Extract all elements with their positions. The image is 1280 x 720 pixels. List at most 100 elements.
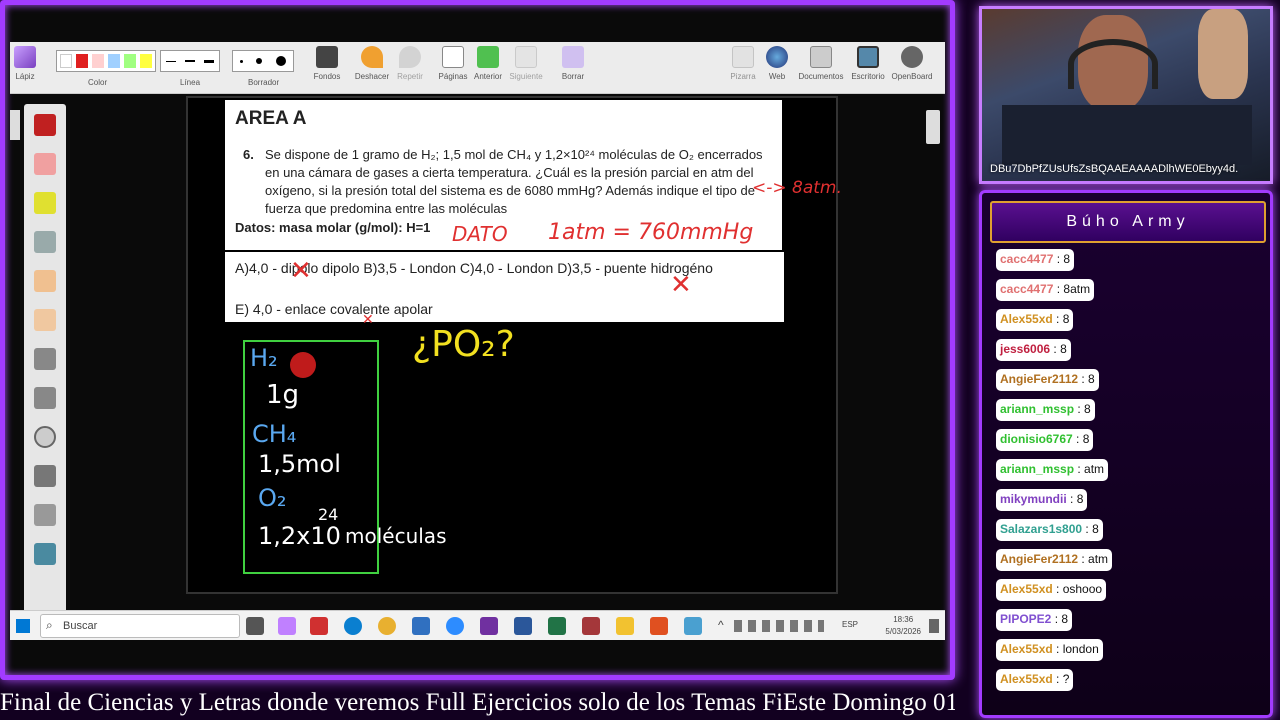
chat-username: PIPOPE2 <box>1000 612 1052 626</box>
task-view-icon[interactable] <box>246 617 264 635</box>
chat-message: AngieFer2112 : 8 <box>996 369 1099 391</box>
backgrounds-button[interactable]: Fondos <box>312 46 342 81</box>
line-thin[interactable] <box>165 60 176 62</box>
laser-icon[interactable] <box>34 426 56 448</box>
chat-message: ariann_mssp : 8 <box>996 399 1095 421</box>
capture-icon[interactable] <box>34 543 56 565</box>
word-icon[interactable] <box>514 617 532 635</box>
web-mode-button[interactable]: Web <box>764 46 790 81</box>
taskbar-clock[interactable]: 18:36 5/03/2026 <box>885 614 921 638</box>
chat-message: Alex55xd : ? <box>996 669 1074 691</box>
line-thick[interactable] <box>204 59 215 63</box>
h2-mass: 1g <box>266 380 300 410</box>
problem-number: 6. <box>243 147 254 162</box>
pen-icon[interactable] <box>34 114 56 136</box>
folder-icon <box>810 46 832 68</box>
windows-start-icon[interactable] <box>16 619 30 633</box>
zoom-icon[interactable] <box>446 617 464 635</box>
chat-text: : london <box>1052 642 1099 656</box>
line-medium[interactable] <box>184 60 195 62</box>
board-label: Pizarra <box>730 72 756 81</box>
pencil-label: Lápiz <box>15 72 35 81</box>
strike-mark-a: ✕ <box>290 256 312 286</box>
color-red[interactable] <box>76 54 88 68</box>
taskbar-search[interactable]: ⌕ Buscar <box>40 614 240 638</box>
eraser-size-selector[interactable] <box>232 50 294 72</box>
o2-mantissa: 1,2x10 <box>258 522 341 550</box>
chat-message: cacc4477 : 8atm <box>996 279 1095 301</box>
clear-page-button[interactable]: Borrar <box>558 46 588 81</box>
right-collapse-handle[interactable] <box>926 110 940 144</box>
outlook-icon[interactable] <box>412 617 430 635</box>
eraser-small[interactable] <box>239 59 243 63</box>
color-white[interactable] <box>60 54 72 68</box>
excel-icon[interactable] <box>548 617 566 635</box>
copilot-icon[interactable] <box>278 617 296 635</box>
chat-message: Salazars1s800 : 8 <box>996 519 1103 541</box>
pages-button[interactable]: Páginas <box>438 46 468 81</box>
desktop-mode-button[interactable]: Escritorio <box>850 46 886 81</box>
chat-username: cacc4477 <box>1000 252 1054 266</box>
tray-chevron-icon[interactable]: ^ <box>718 618 724 632</box>
chat-message: Alex55xd : london <box>996 639 1103 661</box>
access-icon[interactable] <box>582 617 600 635</box>
clock-date: 5/03/2026 <box>885 627 921 636</box>
hand-pointer-icon[interactable] <box>34 270 56 292</box>
color-blue[interactable] <box>108 54 120 68</box>
undo-button[interactable]: Deshacer <box>354 46 390 81</box>
conversion-annotation: 1atm = 760mmHg <box>548 220 754 245</box>
pdf-icon[interactable] <box>310 617 328 635</box>
zoom-out-icon[interactable] <box>34 387 56 409</box>
area-heading: AREA A <box>235 108 307 129</box>
line-label: Línea <box>180 78 201 87</box>
eraser-large[interactable] <box>276 56 287 66</box>
eraser-medium[interactable] <box>256 58 263 64</box>
openboard-menu-button[interactable]: OpenBoard <box>890 46 934 81</box>
color-palette[interactable] <box>56 50 156 72</box>
left-collapse-handle[interactable] <box>10 110 20 140</box>
previous-label: Anterior <box>473 72 502 81</box>
laptop-screen <box>1002 105 1252 165</box>
board-mode-button[interactable]: Pizarra <box>728 46 758 81</box>
hand-move-icon[interactable] <box>34 309 56 331</box>
pages-icon <box>442 46 464 68</box>
onenote-icon[interactable] <box>480 617 498 635</box>
chat-panel: Búho Army cacc4477 : 8 cacc4477 : 8atm Ale… <box>979 190 1273 718</box>
chat-username: Alex55xd <box>1000 312 1053 326</box>
partial-pressure-question: ¿PO₂? <box>412 324 515 365</box>
dato-annotation: DATO <box>452 222 508 246</box>
chat-username: AngieFer2112 <box>1000 552 1079 566</box>
tray-icons[interactable] <box>734 620 824 632</box>
search-placeholder: Buscar <box>63 620 98 632</box>
openboard-label: OpenBoard <box>891 72 933 81</box>
color-pink[interactable] <box>92 54 104 68</box>
app-icon[interactable] <box>650 617 668 635</box>
chat-username: Alex55xd <box>1000 672 1053 686</box>
notifications-icon[interactable] <box>929 619 939 633</box>
highlighter-icon[interactable] <box>34 192 56 214</box>
chat-username: ariann_mssp <box>1000 462 1075 476</box>
documents-button[interactable]: Documentos <box>796 46 846 81</box>
eraser-icon[interactable] <box>34 153 56 175</box>
pointer-icon[interactable] <box>34 231 56 253</box>
pencil-tool[interactable]: Lápiz <box>14 46 36 81</box>
zoom-in-icon[interactable] <box>34 348 56 370</box>
chat-text: : 8 <box>1074 402 1091 416</box>
edge-icon[interactable] <box>344 617 362 635</box>
windows-taskbar: ⌕ Buscar ^ ESP 18:36 5/03/2026 <box>10 610 945 640</box>
pencil-icon <box>14 46 36 68</box>
file-explorer-icon[interactable] <box>616 617 634 635</box>
next-page-button[interactable]: Siguiente <box>508 46 544 81</box>
chrome-icon[interactable] <box>378 617 396 635</box>
previous-page-button[interactable]: Anterior <box>472 46 504 81</box>
keyboard-icon <box>316 46 338 68</box>
line-width-selector[interactable] <box>160 50 220 72</box>
text-tool-icon[interactable] <box>34 504 56 526</box>
redo-button[interactable]: Repetir <box>396 46 424 81</box>
color-yellow[interactable] <box>140 54 152 68</box>
line-tool-icon[interactable] <box>34 465 56 487</box>
color-green[interactable] <box>124 54 136 68</box>
board-icon <box>732 46 754 68</box>
whiteboard-app-icon[interactable] <box>684 617 702 635</box>
language-indicator[interactable]: ESP <box>842 620 858 629</box>
